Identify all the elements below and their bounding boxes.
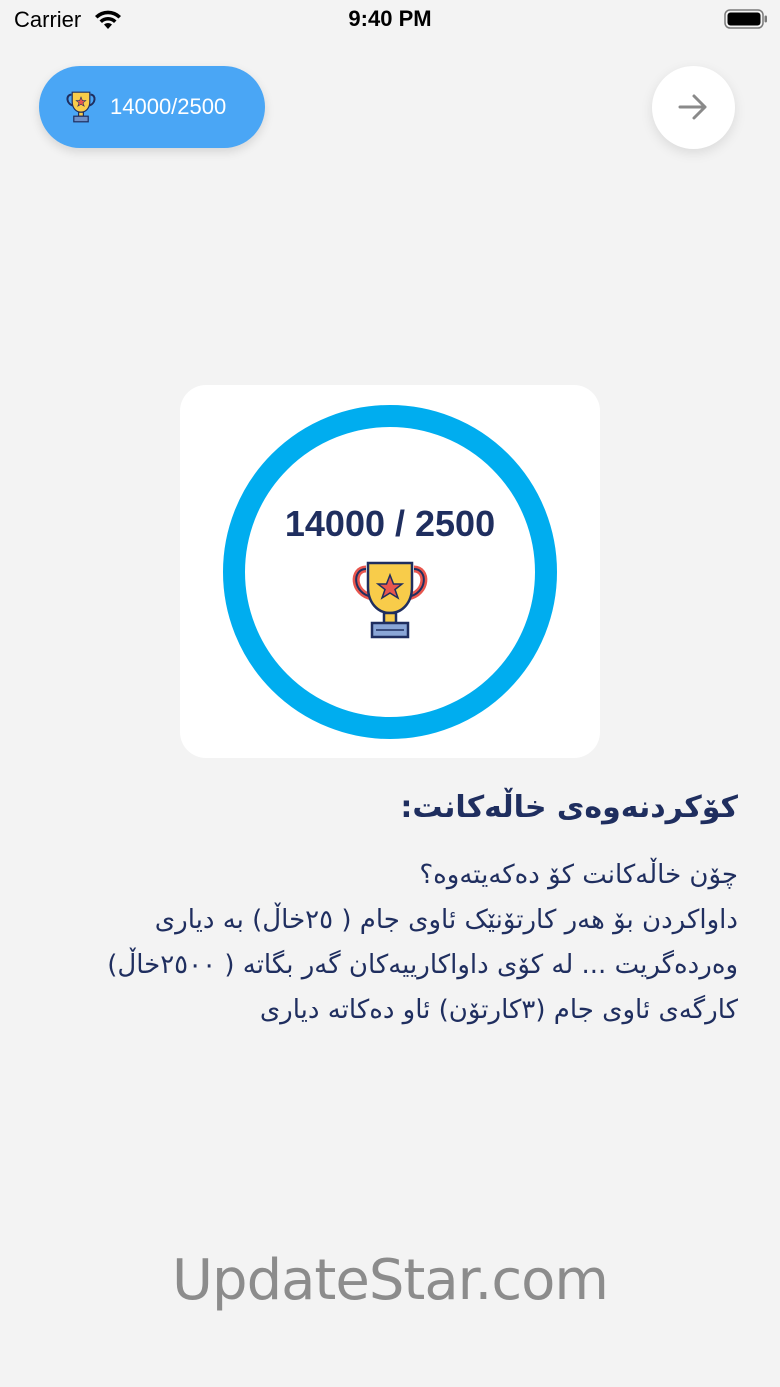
watermark-text: UpdateStar.com xyxy=(172,1248,609,1313)
info-line: داواکردن بۆ هەر کارتۆنێک ئاوی جام ( ٢٥خا… xyxy=(154,905,738,935)
score-badge[interactable]: 14000/2500 xyxy=(39,66,265,148)
progress-card: 14000 / 2500 xyxy=(180,385,600,758)
info-line: کارگەی ئاوی جام (٣کارتۆن) ئاو دەکاتە دیا… xyxy=(259,995,738,1025)
trophy-icon xyxy=(66,91,96,123)
score-badge-text: 14000/2500 xyxy=(110,94,227,119)
arrow-right-icon xyxy=(678,94,707,120)
info-title: کۆکردنەوەی خاڵەکانت: xyxy=(400,790,738,825)
trophy-icon xyxy=(352,561,428,639)
next-button[interactable] xyxy=(652,66,735,149)
info-line: وەردەگریت ... لە کۆی داواکارییەکان گەر ب… xyxy=(107,950,738,980)
info-line: چۆن خاڵەکانت کۆ دەکەیتەوە؟ xyxy=(419,860,738,890)
battery-icon xyxy=(724,9,767,29)
info-body: چۆن خاڵەکانت کۆ دەکەیتەوە؟ داواکردن بۆ ه… xyxy=(38,853,738,1033)
progress-value-text: 14000 / 2500 xyxy=(284,503,496,544)
status-clock: 9:40 PM xyxy=(348,6,432,31)
status-bar: Carrier 9:40 PM xyxy=(0,0,780,40)
